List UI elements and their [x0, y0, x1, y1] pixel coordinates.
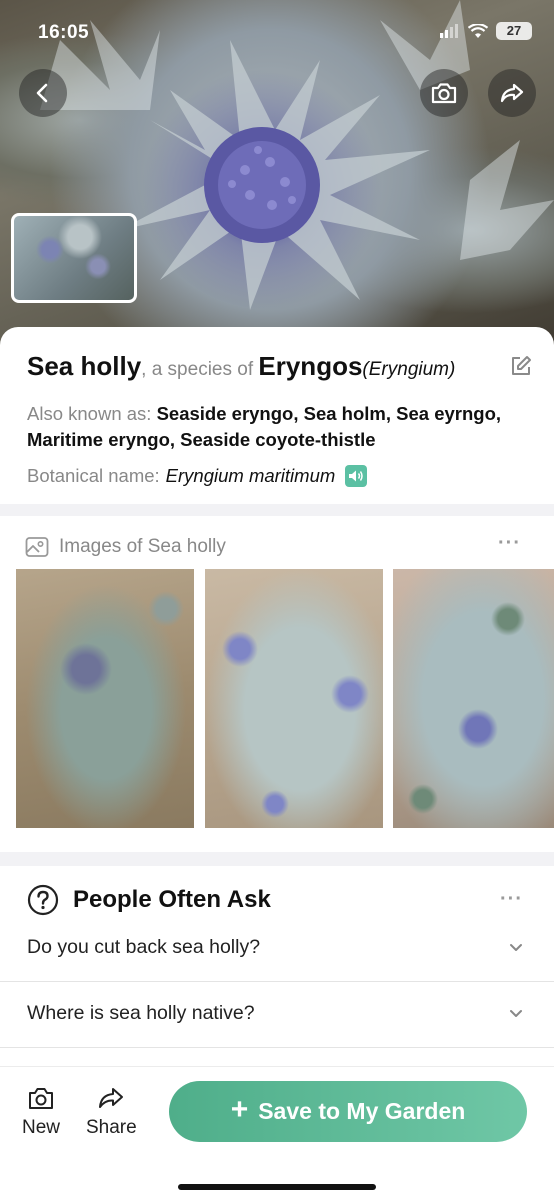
pronounce-button[interactable] — [345, 465, 368, 487]
bottom-action-bar: New Share + Save to My Garden — [0, 1066, 554, 1200]
question-item[interactable]: Do you cut back sea holly? — [0, 916, 554, 982]
plus-icon: + — [230, 1093, 249, 1126]
status-icons: 27 — [440, 22, 532, 40]
question-circle-icon — [27, 884, 59, 916]
chevron-left-icon — [36, 83, 48, 103]
question-text: Where is sea holly native? — [27, 1002, 255, 1024]
camera-button[interactable] — [420, 69, 468, 117]
genus-scientific-name: (Eryngium) — [362, 359, 456, 380]
chevron-down-icon — [510, 1010, 522, 1017]
gallery-icon — [25, 537, 49, 557]
plant-title: Sea holly, a species of Eryngos(Eryngium… — [27, 349, 527, 387]
botanical-label: Botanical name: — [27, 465, 160, 486]
people-ask-header: People Often Ask — [27, 884, 271, 916]
people-ask-title: People Often Ask — [73, 886, 271, 913]
also-known-as: Also known as: Seaside eryngo, Sea holm,… — [27, 401, 527, 453]
share-button-top[interactable] — [488, 69, 536, 117]
save-to-garden-label: Save to My Garden — [258, 1098, 466, 1124]
signal-icon — [440, 24, 458, 38]
botanical-name: Eryngium maritimum — [165, 465, 336, 486]
question-item[interactable]: Where is sea holly native? — [0, 982, 554, 1048]
aka-label: Also known as: — [27, 403, 157, 424]
share-arrow-icon — [500, 83, 524, 103]
camera-icon — [29, 1088, 53, 1109]
people-ask-section: People Often Ask ··· Do you cut back sea… — [0, 866, 554, 1066]
status-time: 16:05 — [38, 22, 90, 43]
share-label: Share — [86, 1117, 137, 1138]
images-section: Images of Sea holly ··· — [0, 516, 554, 852]
save-to-garden-button[interactable]: + Save to My Garden — [169, 1081, 527, 1142]
hero-photo: 16:05 27 — [0, 0, 554, 350]
back-button[interactable] — [19, 69, 67, 117]
genus-common-name[interactable]: Eryngos — [258, 351, 362, 381]
section-divider — [0, 852, 554, 866]
camera-icon — [431, 83, 457, 104]
share-button[interactable]: Share — [86, 1085, 137, 1139]
chevron-down-icon — [510, 944, 522, 951]
share-arrow-icon — [99, 1088, 124, 1108]
speaker-icon — [349, 470, 364, 482]
question-text: Do you cut back sea holly? — [27, 936, 261, 958]
new-label: New — [22, 1117, 61, 1138]
home-indicator — [178, 1184, 376, 1190]
plant-image-2[interactable] — [205, 569, 383, 828]
images-title: Images of Sea holly — [59, 536, 226, 557]
photo-thumbnail[interactable] — [11, 213, 137, 303]
images-header: Images of Sea holly — [25, 536, 226, 558]
wifi-icon — [468, 23, 488, 38]
section-divider — [0, 504, 554, 516]
images-more-button[interactable]: ··· — [498, 532, 521, 555]
plant-image-3[interactable] — [393, 569, 554, 828]
battery-indicator: 27 — [496, 22, 532, 40]
plant-image-1[interactable] — [16, 569, 194, 828]
botanical-name-row: Botanical name: Eryngium maritimum — [27, 463, 527, 489]
species-of-text: , a species of — [141, 359, 259, 380]
ask-more-button[interactable]: ··· — [500, 888, 523, 911]
edit-icon[interactable] — [510, 355, 532, 377]
plant-info-card: Sea holly, a species of Eryngos(Eryngium… — [0, 327, 554, 504]
common-name: Sea holly — [27, 351, 142, 381]
new-button[interactable]: New — [22, 1085, 60, 1139]
